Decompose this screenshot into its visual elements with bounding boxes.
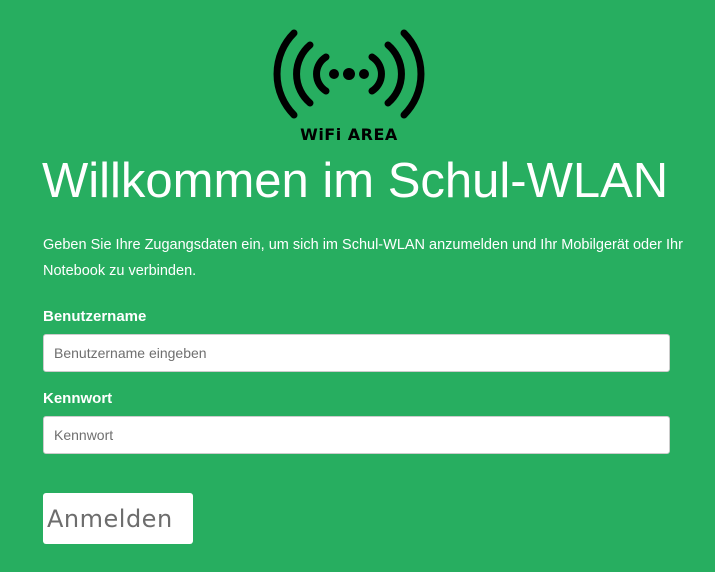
login-button[interactable]: Anmelden [43,493,193,544]
username-label: Benutzername [43,308,147,325]
wifi-area-logo: WiFi AREA [272,29,426,147]
wifi-area-text: WiFi AREA [300,125,398,144]
password-label: Kennwort [43,390,113,407]
wifi-signal-icon [273,29,425,119]
page-title: Willkommen im Schul-WLAN [42,154,669,208]
username-input[interactable] [43,334,670,372]
intro-text: Geben Sie Ihre Zugangsdaten ein, um sich… [43,237,683,279]
password-input[interactable] [43,416,670,454]
